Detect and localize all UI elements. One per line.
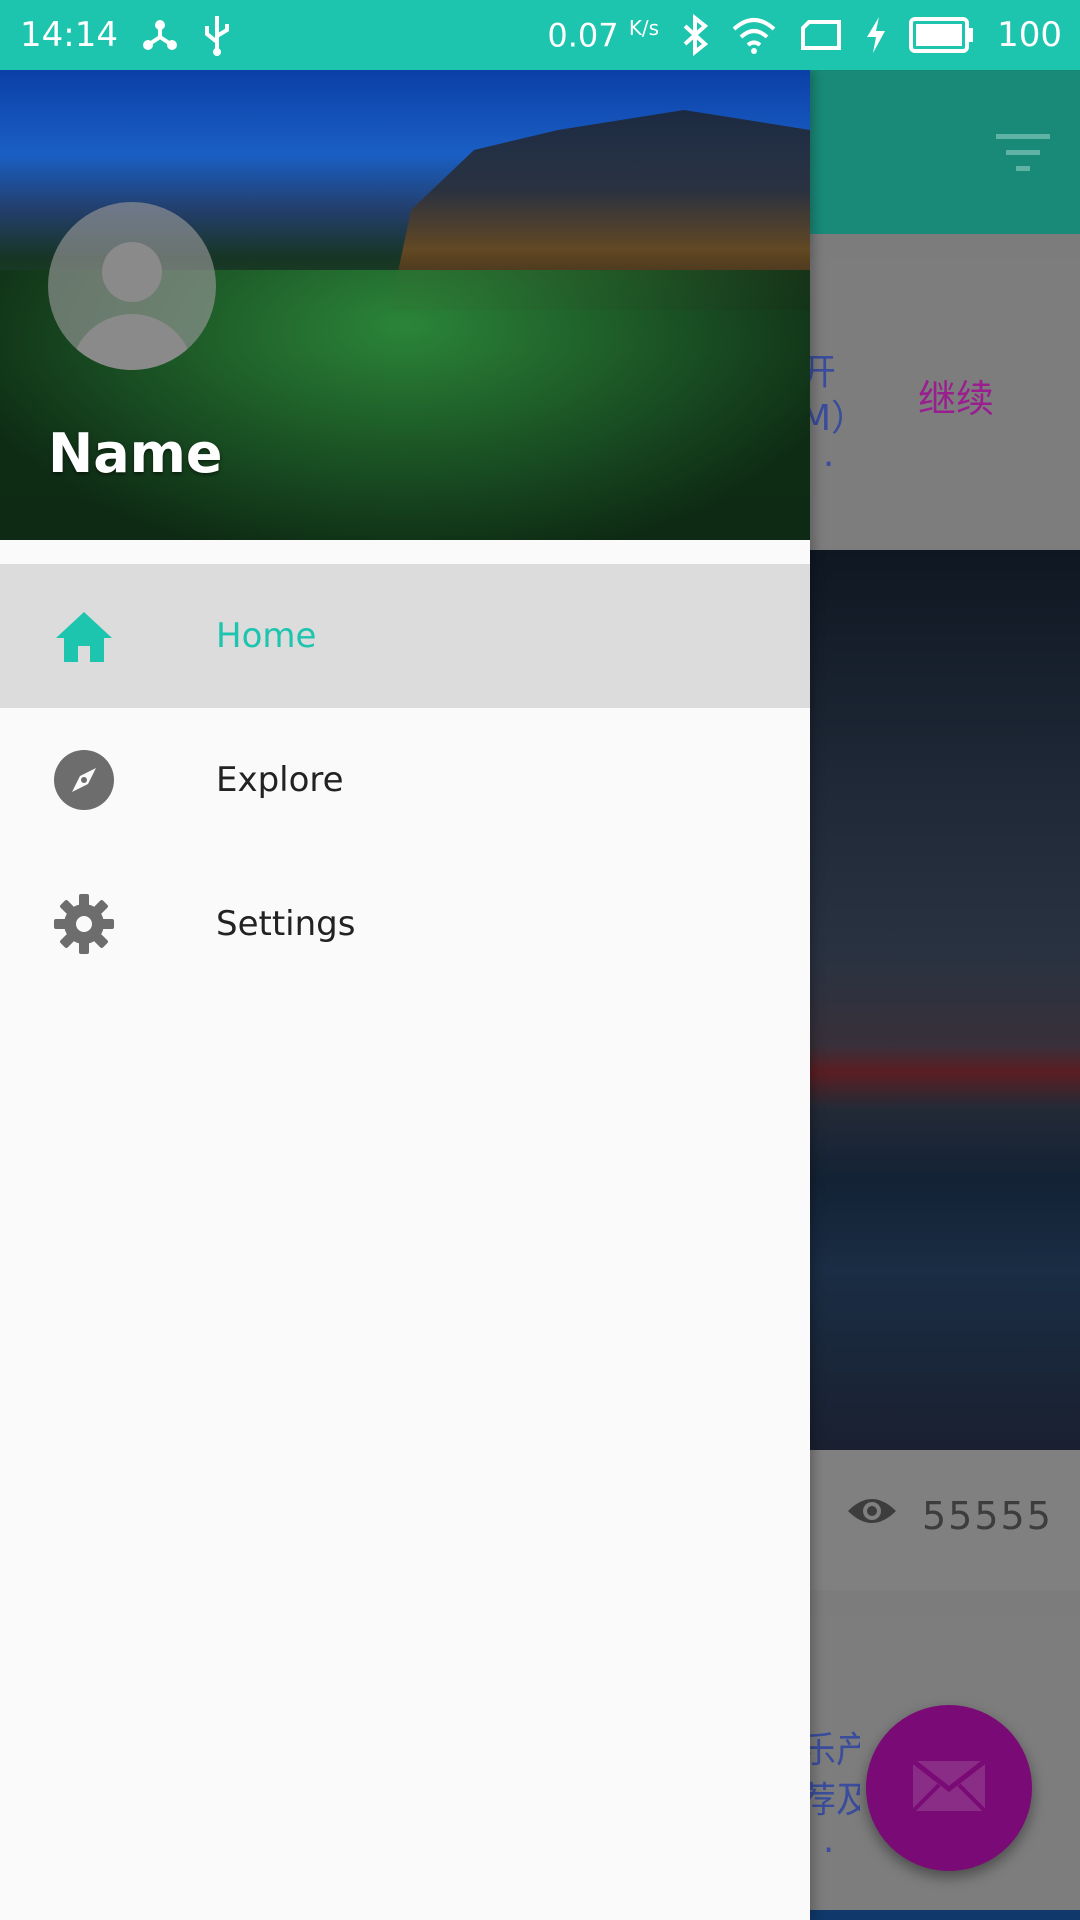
avatar[interactable] [48, 202, 216, 370]
mail-icon [911, 1759, 987, 1817]
menu-item-home[interactable]: Home [0, 564, 810, 708]
navigation-drawer: Name Home Explore Settings [0, 70, 810, 1920]
menu-item-label: Explore [216, 760, 344, 800]
mail-fab-button[interactable] [866, 1705, 1032, 1871]
net-unit: K/s [628, 15, 660, 40]
status-bar: 14:14 0.07 K/s 100 [0, 0, 1080, 70]
avatar-head-icon [102, 242, 162, 302]
bluetooth-icon [681, 14, 709, 56]
wifi-icon [731, 15, 777, 55]
drawer-menu: Home Explore Settings [0, 564, 810, 996]
battery-icon [909, 17, 975, 53]
user-name: Name [48, 422, 223, 485]
net-speed: 0.07 [547, 16, 619, 55]
menu-item-label: Home [216, 616, 317, 656]
view-count: 55555 [922, 1494, 1053, 1538]
avatar-body-icon [70, 314, 194, 370]
continue-button[interactable]: 继续 [918, 368, 994, 423]
charging-icon [865, 15, 887, 55]
menu-item-label: Settings [216, 904, 356, 944]
home-icon [54, 606, 114, 666]
sim-icon [799, 19, 843, 51]
battery-level: 100 [997, 15, 1062, 55]
drawer-header: Name [0, 70, 810, 540]
compass-icon [54, 750, 114, 810]
menu-item-settings[interactable]: Settings [0, 852, 810, 996]
eye-icon [846, 1493, 898, 1533]
share-icon [140, 15, 180, 55]
menu-item-explore[interactable]: Explore [0, 708, 810, 852]
filter-icon[interactable] [994, 130, 1052, 178]
gear-icon [54, 894, 114, 954]
status-time: 14:14 [20, 15, 118, 55]
usb-icon [202, 14, 232, 56]
